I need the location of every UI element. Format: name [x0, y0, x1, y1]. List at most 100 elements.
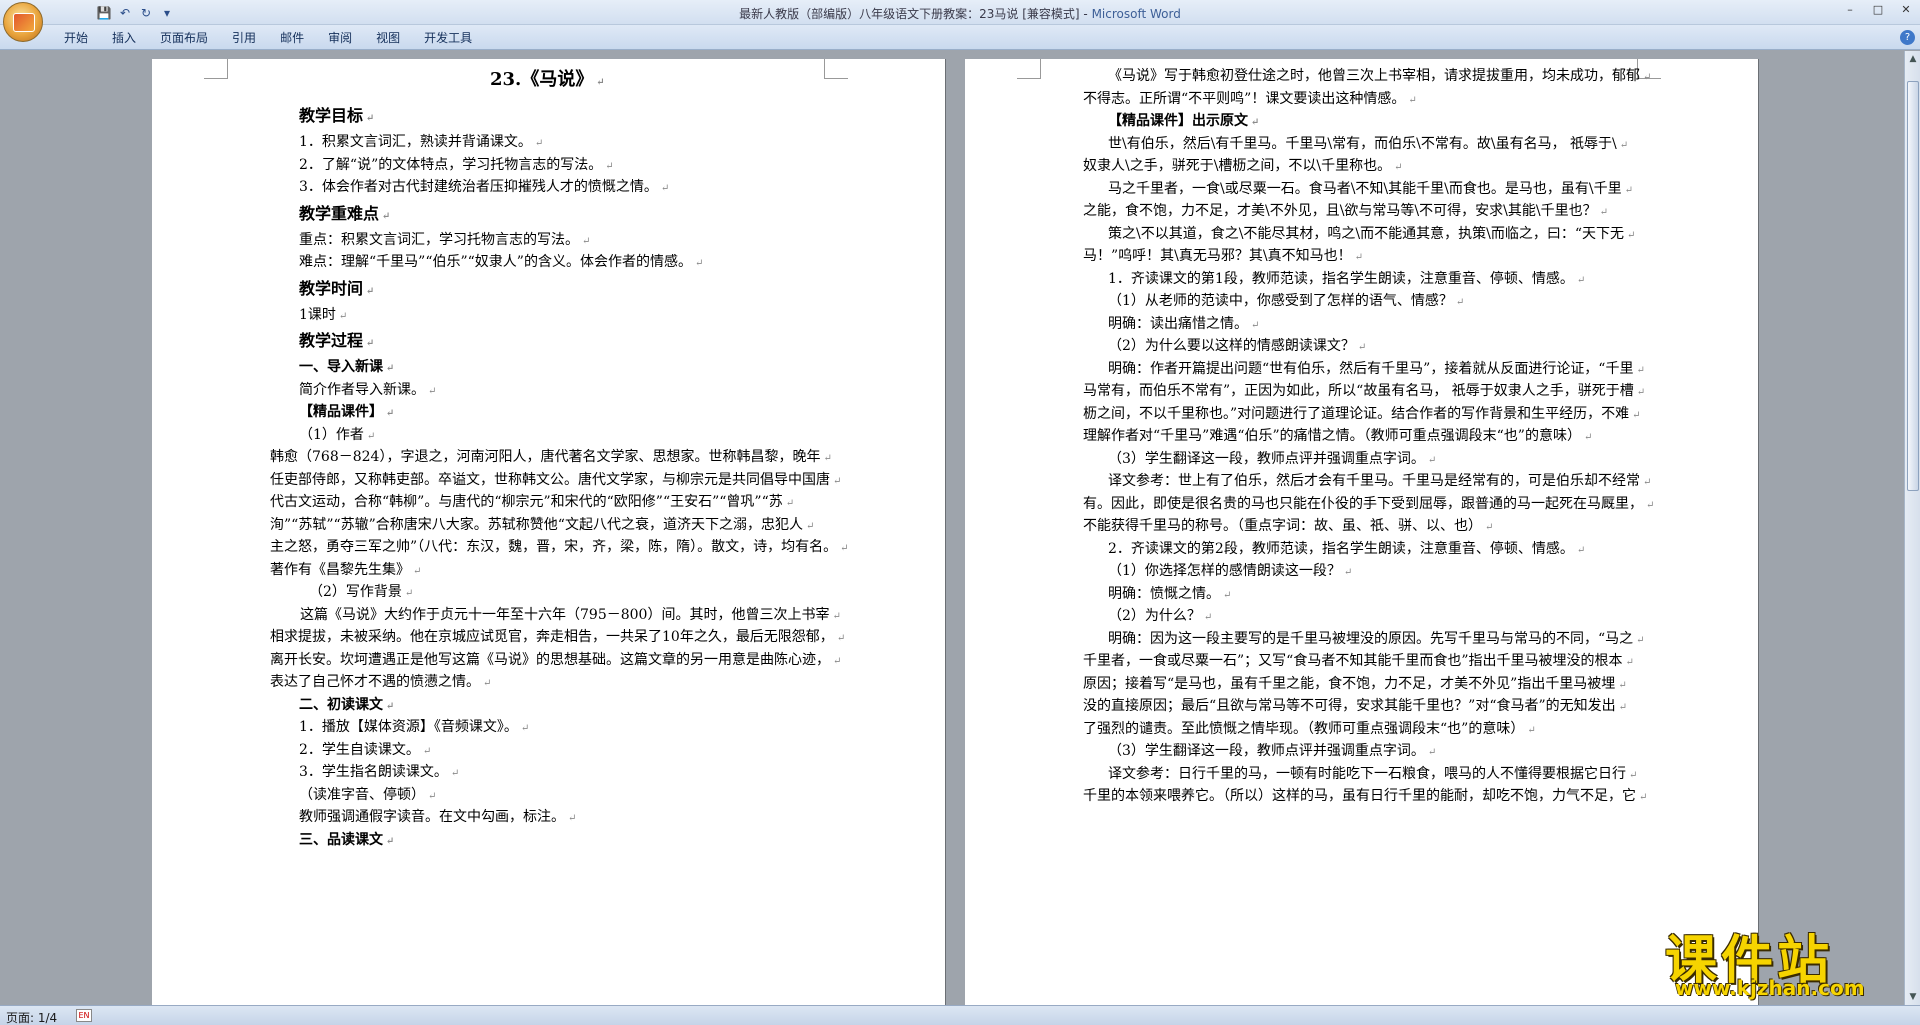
line-text: 原因；接着写“是马也，虽有千里之能，食不饱，力不足，才美不外见”指出千里马被埋 [1083, 675, 1616, 692]
document-page-2[interactable]: 《马说》写于韩愈初登仕途之时，他曾三次上书宰相，请求提拔重用，均未成功，郁郁 ↵ 不… [965, 59, 1759, 1005]
body-line: 难点：理解“千里马”“伯乐”“奴隶人”的含义。体会作者的情感。 ↵ [299, 253, 703, 273]
paragraph-mark-icon: ↵ [382, 210, 391, 222]
line-text: 【精品课件】出示原文 [1108, 113, 1248, 129]
paragraph-mark-icon: ↵ [605, 160, 614, 172]
body-line: 马之千里者，一食\或尽粟一石。食马者\不知\其能千里\而食也。是马也，虽有\千里… [1108, 180, 1633, 200]
paragraph-mark-icon: ↵ [386, 363, 395, 374]
line-text: 奴隶人\之手，骈死于\槽枥之间，不以\千里称也。 [1083, 158, 1392, 174]
line-text: 1．齐读课文的第1段，教师范读，指名学生朗读，注意重音、停顿、情感。 [1108, 270, 1574, 287]
paragraph-mark-icon: ↵ [1485, 522, 1494, 533]
body-line: 明确：读出痛惜之情。 ↵ [1108, 315, 1259, 335]
vertical-scrollbar[interactable]: ▲ ▼ [1904, 51, 1920, 1005]
paragraph-mark-icon: ↵ [1636, 387, 1646, 398]
document-workspace: 23.《马说》 ↵ 教学目标 ↵ 1．积累文言词汇，熟读并背诵课文。 ↵ 2．了解“说”的文… [0, 51, 1904, 1005]
line-text: 世\有伯乐，然后\有千里马。千里马\常有，而伯乐\不常有。故\虽有名马， 祇辱于… [1108, 135, 1617, 152]
line-text: 教学目标 [299, 106, 364, 125]
tab-0[interactable]: 开始 [52, 29, 100, 47]
paragraph-mark-icon: ↵ [1646, 499, 1655, 511]
body-line: 枥之间，不以千里称也。”对问题进行了道理论证。结合作者的写作背景和生平经历，不难… [1083, 405, 1641, 425]
line-text: （1）你选择怎样的感情朗读这一段？ [1108, 563, 1341, 579]
paragraph-mark-icon: ↵ [785, 498, 795, 509]
document-page-1[interactable]: 23.《马说》 ↵ 教学目标 ↵ 1．积累文言词汇，熟读并背诵课文。 ↵ 2．了解“说”的文… [152, 59, 946, 1005]
tab-7[interactable]: 开发工具 [412, 29, 484, 47]
body-line: 不能获得千里马的称号。（重点字词：故、虽、祇、骈、以、也） ↵ [1083, 517, 1493, 537]
paragraph-mark-icon: ↵ [1624, 184, 1633, 196]
body-line: 世\有伯乐，然后\有千里马。千里马\常有，而伯乐\不常有。故\虽有名马， 祇辱于… [1108, 135, 1628, 155]
paragraph-mark-icon: ↵ [1632, 409, 1641, 421]
line-text: 了强烈的谴责。至此愤慨之情毕现。（教师可重点强调段末“也”的意味） [1083, 720, 1525, 737]
crop-mark-top-left [204, 59, 228, 79]
body-line: 了强烈的谴责。至此愤慨之情毕现。（教师可重点强调段末“也”的意味） ↵ [1083, 720, 1536, 740]
maximize-button[interactable]: □ [1864, 0, 1892, 18]
line-text: 1．积累文言词汇，熟读并背诵课文。 [299, 134, 532, 150]
line-text: 1．播放【媒体资源】《音频课文》。 [299, 719, 518, 735]
paragraph-mark-icon: ↵ [1576, 274, 1586, 286]
paragraph-mark-icon: ↵ [1619, 139, 1629, 151]
window-title-app: Microsoft Word [1091, 7, 1181, 21]
paragraph-mark-icon: ↵ [534, 138, 544, 149]
body-line: 1．播放【媒体资源】《音频课文》。 ↵ [299, 718, 529, 738]
line-text: 二、初读课文 [299, 696, 383, 713]
paragraph-mark-icon: ↵ [386, 835, 395, 847]
line-text: 枥之间，不以千里称也。”对问题进行了道理论证。结合作者的写作背景和生平经历，不难 [1083, 405, 1630, 422]
paragraph-mark-icon: ↵ [1408, 94, 1417, 106]
line-text: 2．了解“说”的文体特点，学习托物言志的写法。 [299, 156, 603, 173]
line-text: （2）写作背景 [309, 584, 402, 600]
paragraph-mark-icon: ↵ [1223, 589, 1232, 601]
paragraph-mark-icon: ↵ [1639, 792, 1648, 803]
tab-5[interactable]: 审阅 [316, 29, 364, 47]
paragraph-mark-icon: ↵ [386, 408, 395, 419]
line-text: 洵”“苏轼”“苏辙”合称唐宋八大家。苏轼称赞他“文起八代之衰，道济天下之溺，忠犯… [270, 516, 803, 533]
line-text: 2．学生自读课文。 [299, 741, 420, 758]
paragraph-mark-icon: ↵ [1427, 747, 1437, 758]
scroll-thumb[interactable] [1907, 81, 1919, 491]
section-heading: 教学目标 ↵ [299, 107, 374, 128]
tab-list: 开始 插入 页面布局 引用 邮件 审阅 视图 开发工具 [52, 29, 484, 47]
language-icon[interactable]: EN [76, 1009, 92, 1022]
body-line: 有。因此，即使是很名贵的马也只能在仆役的手下受到屈辱，跟普通的马一起死在马厩里，… [1083, 495, 1654, 515]
line-text: 三、品读课文 [299, 831, 383, 848]
minimize-button[interactable]: – [1836, 0, 1864, 18]
paragraph-mark-icon: ↵ [596, 77, 605, 88]
paragraph-mark-icon: ↵ [1251, 319, 1260, 331]
body-line: 3．学生指名朗读课文。 ↵ [299, 763, 459, 783]
paragraph-mark-icon: ↵ [366, 430, 376, 442]
paragraph-mark-icon: ↵ [366, 338, 375, 349]
body-line: 离开长安。坎坷遭遇正是他写这篇《马说》的思想基础。这篇文章的另一用意是曲陈心迹，… [270, 651, 841, 671]
tab-4[interactable]: 邮件 [268, 29, 316, 47]
crop-mark-top-right [824, 59, 848, 79]
body-line: 之能，食不饱，力不足，才美\不外见，且\欲与常马等\不可得，安求\其能\千里也？… [1083, 202, 1608, 222]
scroll-up-icon[interactable]: ▲ [1906, 51, 1920, 67]
line-text: 马常有，而伯乐不常有”，正因为如此，所以“故虽有名马， 祇辱于奴隶人之手，骈死于… [1083, 383, 1634, 399]
line-text: 《马说》写于韩愈初登仕途之时，他曾三次上书宰相，请求提拔重用，均未成功，郁郁 [1108, 68, 1640, 84]
tab-6[interactable]: 视图 [364, 29, 412, 47]
tab-2[interactable]: 页面布局 [148, 29, 220, 47]
body-line: 奴隶人\之手，骈死于\槽枥之间，不以\千里称也。 ↵ [1083, 157, 1403, 177]
paragraph-mark-icon: ↵ [823, 453, 832, 464]
paragraph-mark-icon: ↵ [1636, 364, 1645, 376]
office-button[interactable] [3, 2, 43, 42]
subheading: 二、初读课文 ↵ [299, 696, 394, 716]
tab-3[interactable]: 引用 [220, 29, 268, 47]
line-text: 明确：读出痛惜之情。 [1108, 315, 1248, 332]
paragraph-mark-icon: ↵ [1636, 634, 1645, 646]
line-text: 任吏部侍郎，又称韩吏部。卒谥文，世称韩文公。唐代文学家，与柳宗元是共同倡导中国唐 [270, 471, 830, 488]
window-controls: – □ ✕ [1836, 0, 1920, 18]
office-logo-icon [13, 13, 35, 32]
paragraph-mark-icon: ↵ [1599, 207, 1608, 218]
close-button[interactable]: ✕ [1892, 0, 1920, 18]
body-line: 著作有《昌黎先生集》 ↵ [270, 561, 421, 581]
body-line: 译文参考：日行千里的马，一顿有时能吃下一石粮食，喂马的人不懂得要根据它日行 ↵ [1108, 765, 1637, 785]
paragraph-mark-icon: ↵ [694, 258, 704, 269]
help-icon[interactable]: ? [1900, 30, 1915, 45]
body-line: 1．齐读课文的第1段，教师范读，指名学生朗读，注意重音、停顿、情感。 ↵ [1108, 270, 1585, 290]
body-line: 3．体会作者对古代封建统治者压抑摧残人才的愤慨之情。 ↵ [299, 178, 669, 198]
line-text: 离开长安。坎坷遭遇正是他写这篇《马说》的思想基础。这篇文章的另一用意是曲陈心迹， [270, 651, 830, 668]
body-line: 任吏部侍郎，又称韩吏部。卒谥文，世称韩文公。唐代文学家，与柳宗元是共同倡导中国唐… [270, 471, 841, 491]
paragraph-mark-icon: ↵ [428, 385, 437, 397]
body-line: （1）你选择怎样的感情朗读这一段？ ↵ [1108, 562, 1352, 582]
page-indicator[interactable]: 页面: 1/4 [6, 1009, 57, 1025]
tab-1[interactable]: 插入 [100, 29, 148, 47]
line-text: 表达了自己怀才不遇的愤懑之情。 [270, 674, 480, 690]
line-text: 2．齐读课文的第2段，教师范读，指名学生朗读，注意重音、停顿、情感。 [1108, 540, 1574, 557]
